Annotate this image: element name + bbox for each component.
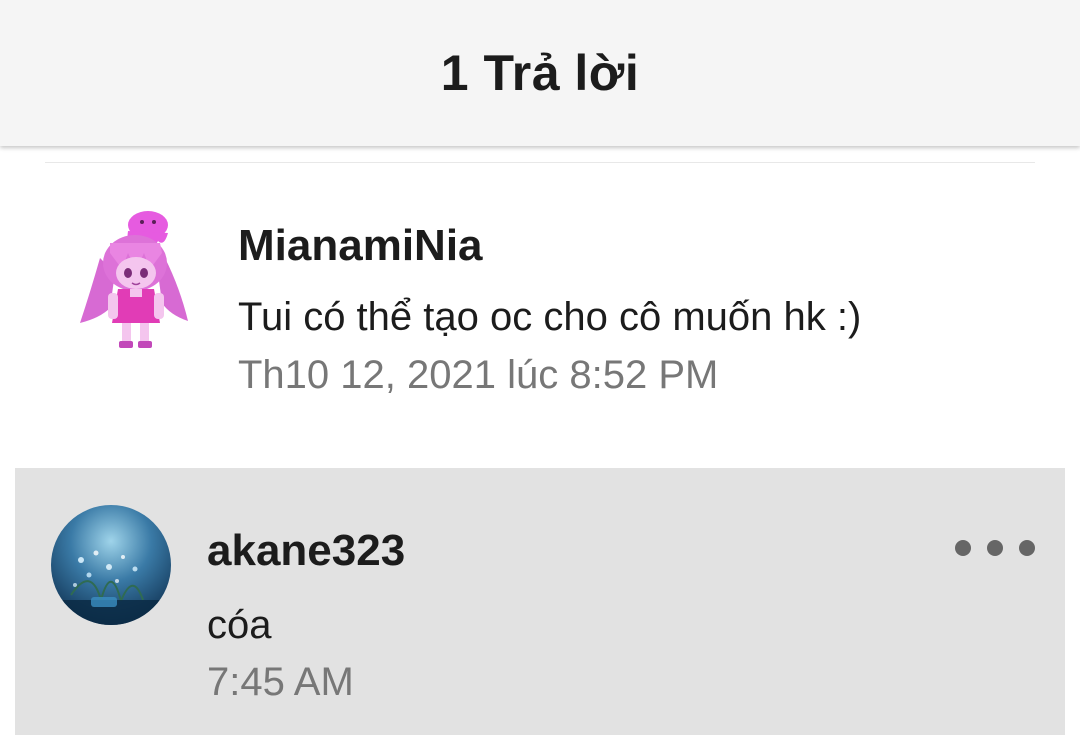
username[interactable]: MianamiNia xyxy=(238,221,483,271)
original-comment: MianamiNia Tui có thể tạo oc cho cô muốn… xyxy=(0,163,1080,467)
more-horizontal-icon xyxy=(1019,540,1035,556)
header-bar: 1 Trả lời xyxy=(0,0,1080,146)
more-horizontal-icon xyxy=(987,540,1003,556)
avatar[interactable] xyxy=(51,505,171,625)
comment-text: Tui có thể tạo oc cho cô muốn hk :) xyxy=(238,295,862,339)
more-horizontal-icon xyxy=(955,540,971,556)
page-title: 1 Trả lời xyxy=(440,45,640,101)
avatar[interactable] xyxy=(70,203,200,353)
timestamp: 7:45 AM xyxy=(207,660,354,704)
comment-text: cóa xyxy=(207,603,272,647)
timestamp: Th10 12, 2021 lúc 8:52 PM xyxy=(238,353,719,397)
nature-photo-avatar-image xyxy=(51,505,171,625)
username[interactable]: akane323 xyxy=(207,526,405,576)
anime-character-avatar-image xyxy=(80,211,188,348)
reply-comment[interactable]: akane323 cóa 7:45 AM xyxy=(15,468,1065,735)
more-options-button[interactable] xyxy=(955,530,1035,566)
